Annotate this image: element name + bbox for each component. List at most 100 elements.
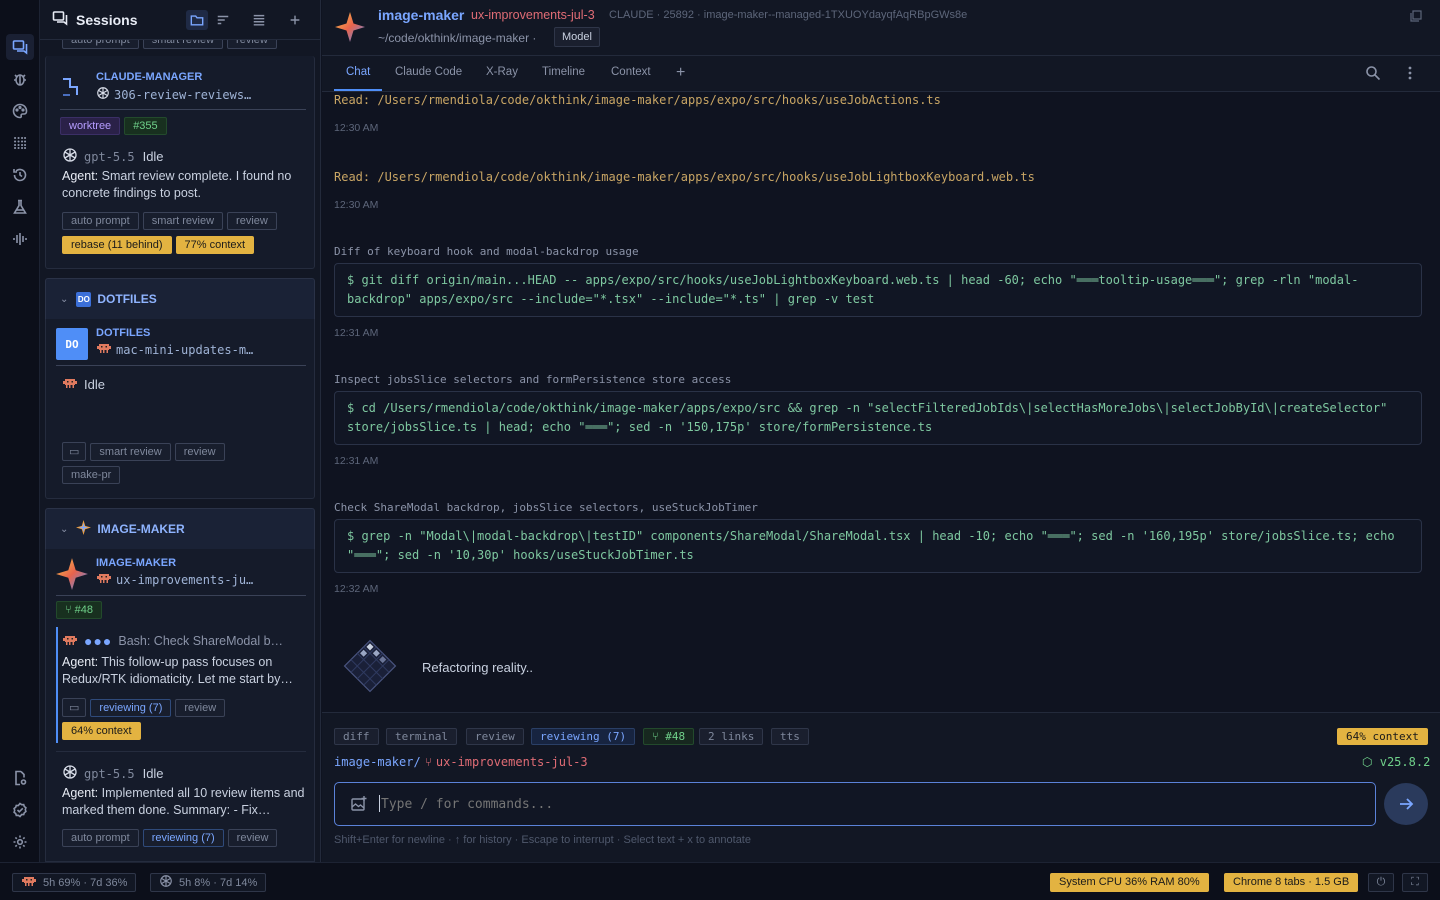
file-settings-icon[interactable] [10,768,30,788]
chip-reviewing[interactable]: reviewing (7) [531,728,636,745]
input-hint: Shift+Enter for newline · ↑ for history … [334,834,751,846]
command-line: $ grep -n "Modal\|modal-backdrop\|testID… [347,529,1395,543]
copy-icon[interactable] [1410,10,1422,25]
claude-crab-icon [96,342,112,357]
chat-sessions-icon[interactable] [6,34,34,60]
chip-review[interactable]: review [466,728,524,745]
divider [60,109,306,110]
chip-pr[interactable]: ⑂ #48 [643,728,695,745]
add-tab-icon[interactable]: + [676,64,685,82]
check-badge-icon[interactable] [10,800,30,820]
worktree-badge: worktree [60,117,121,135]
branch-row: mac-mini-updates-m… [96,342,253,357]
chip-auto-prompt[interactable]: auto prompt [62,829,139,847]
chevron-down-icon[interactable]: ⌄ [60,524,68,535]
version-row: ⬡ v25.8.2 [1362,755,1430,769]
timestamp: 12:30 AM [334,122,379,134]
project-name[interactable]: image-maker [378,7,464,23]
waveform-icon[interactable] [10,229,30,249]
chip-smart-review[interactable]: smart review [90,443,171,461]
chip-auto-prompt[interactable]: auto prompt [62,212,139,230]
tag-row: worktree #355 [60,117,171,135]
tab-claude-code[interactable]: Claude Code [395,66,462,78]
repo-name: IMAGE-MAKER [96,557,177,569]
gear-icon[interactable] [10,832,30,852]
status-text: Idle [84,377,105,392]
more-menu-icon[interactable] [1407,65,1413,84]
claude-usage[interactable]: 5h 69% · 7d 36% [12,873,137,892]
chip-row: ▭ smart review review [62,442,229,461]
terminal-chip-icon[interactable]: ▭ [62,698,87,717]
list-view-icon[interactable] [248,10,270,30]
active-tab-underline [334,89,382,91]
flask-icon[interactable] [10,197,30,217]
chip-reviewing[interactable]: reviewing (7) [90,699,172,717]
tab-timeline[interactable]: Timeline [542,66,585,78]
attach-image-icon[interactable] [350,795,368,816]
sparkle-logo-icon [334,11,366,46]
model-button[interactable]: Model [554,27,600,47]
session-card-image-maker[interactable]: IMAGE-MAKER ux-improvements-ju… ⑂ #48 ●●… [45,549,315,862]
session-card-dotfiles[interactable]: DO DOTFILES mac-mini-updates-m… Idle ▭ sm… [45,319,315,499]
tab-x-ray[interactable]: X-Ray [486,66,518,78]
model-name: gpt-5.5 [84,766,135,781]
branch-name: mac-mini-updates-m… [116,342,254,357]
power-icon[interactable]: ⏻ [1368,873,1394,892]
chip-review[interactable]: review [175,699,226,717]
history-icon[interactable] [10,165,30,185]
chat-transcript: Read: /Users/rmendiola/code/okthink/imag… [322,92,1440,712]
group-header-dotfiles[interactable]: ⌄ DO DOTFILES [45,278,315,320]
chrome-stats[interactable]: Chrome 8 tabs · 1.5 GB [1224,873,1359,892]
tool-read-line: Read: /Users/rmendiola/code/okthink/imag… [334,93,941,107]
pr-badge[interactable]: ⑂ #48 [56,601,103,619]
tab-chat[interactable]: Chat [346,66,370,78]
grid-dots-icon[interactable] [10,133,30,153]
folder-view-icon[interactable] [186,10,208,30]
command-line: "═══"; sed -n '10,30p' hooks/useStuckJob… [347,548,694,562]
timestamp: 12:30 AM [334,199,379,211]
gpt-usage-text: 5h 8% · 7d 14% [179,876,258,889]
system-stats[interactable]: System CPU 36% RAM 80% [1050,873,1209,892]
sort-icon[interactable] [212,10,234,30]
sessions-panel: Sessions auto prompt smart review review C… [40,0,321,862]
message-input[interactable] [381,793,1361,815]
chip-diff[interactable]: diff [334,728,379,745]
bash-command-block[interactable]: $ grep -n "Modal\|modal-backdrop\|testID… [334,519,1422,573]
add-session-icon[interactable] [284,10,306,30]
group-header-image-maker[interactable]: ⌄ IMAGE-MAKER [45,508,315,550]
context-badge: 64% context [1337,728,1428,745]
send-button[interactable] [1384,783,1428,825]
session-card-claude-manager[interactable]: CLAUDE-MANAGER 306-review-reviews… workt… [45,56,315,269]
pr-badge[interactable]: #355 [124,117,167,135]
chip-row: auto prompt reviewing (7) review [62,829,281,847]
openai-icon [62,764,78,783]
group-name: IMAGE-MAKER [97,522,185,536]
bug-icon[interactable] [10,69,30,89]
palette-icon[interactable] [10,101,30,121]
node-icon: ⬡ [1362,755,1373,769]
pr-number: #48 [74,604,94,616]
sub-status-row: gpt-5.5 Idle [62,764,164,783]
chip-review[interactable]: review [227,212,277,230]
bash-command-block[interactable]: $ git diff origin/main...HEAD -- apps/ex… [334,263,1422,317]
path-prefix[interactable]: image-maker/ [334,755,421,769]
chip-row: auto prompt smart review review [62,212,281,230]
terminal-chip-icon[interactable]: ▭ [62,442,87,461]
chip-review[interactable]: review [174,443,225,461]
chip-review[interactable]: review [227,829,278,847]
message-input-box[interactable] [334,782,1376,826]
chip-smart-review[interactable]: smart review [142,212,224,230]
fullscreen-icon[interactable]: ⛶ [1402,873,1428,892]
gpt-usage[interactable]: 5h 8% · 7d 14% [150,873,267,892]
chip-make-pr[interactable]: make-pr [62,466,121,484]
chevron-down-icon[interactable]: ⌄ [60,294,68,305]
chip-terminal[interactable]: terminal [386,728,457,745]
search-icon[interactable] [1365,65,1381,84]
bash-command-block[interactable]: $ cd /Users/rmendiola/code/okthink/image… [334,391,1422,445]
version: v25.8.2 [1379,755,1431,769]
chip-reviewing[interactable]: reviewing (7) [142,829,224,847]
tab-context[interactable]: Context [611,66,651,78]
chip-links[interactable]: 2 links [699,728,764,745]
rebase-badge[interactable]: rebase (11 behind) [62,236,172,254]
chip-tts[interactable]: tts [771,728,809,745]
